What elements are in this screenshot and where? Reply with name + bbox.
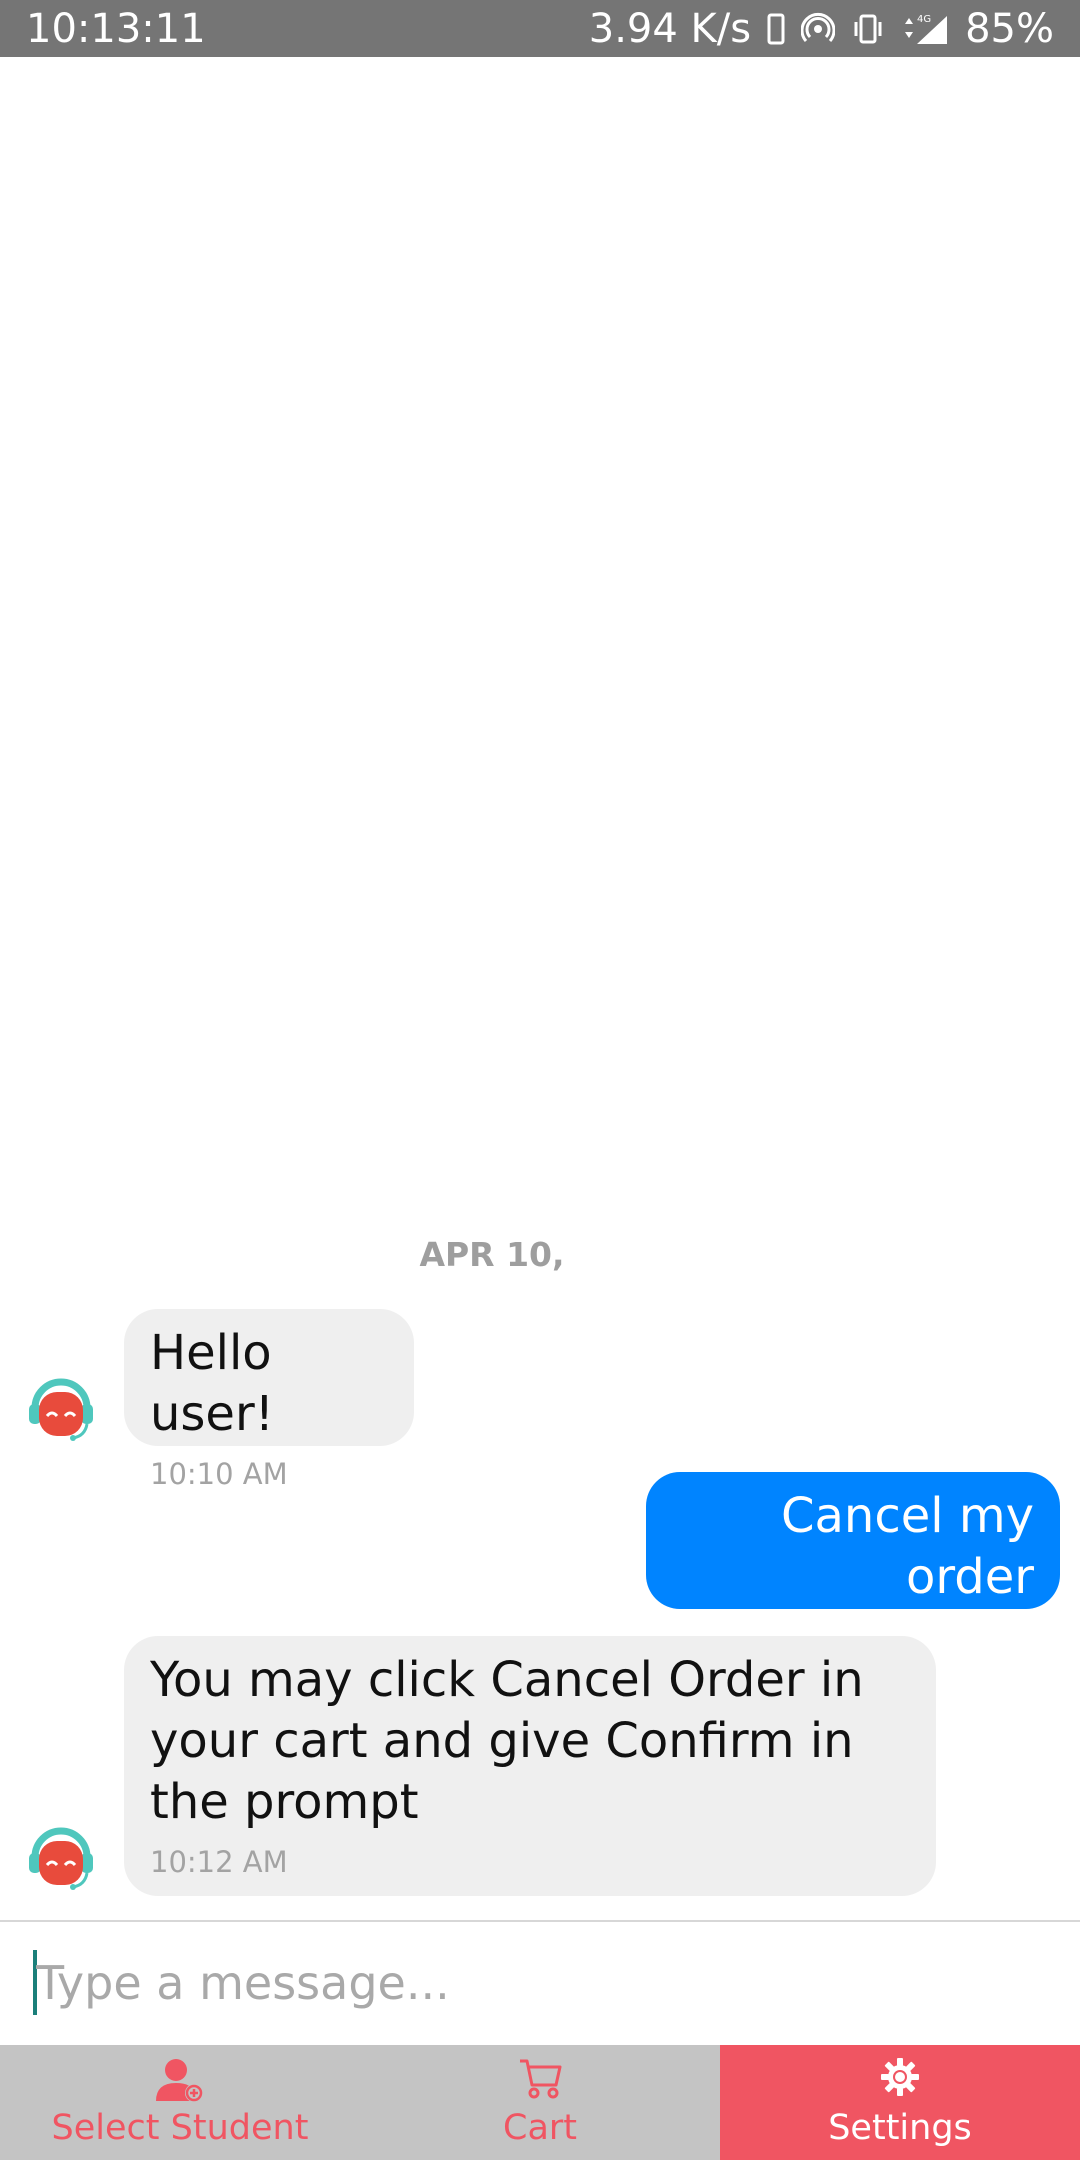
phone-icon bbox=[767, 13, 785, 45]
bottom-navigation: Select Student Cart Settings bbox=[0, 2045, 1080, 2160]
nav-label: Settings bbox=[828, 2108, 972, 2148]
vibrate-icon bbox=[851, 12, 885, 46]
nav-cart[interactable]: Cart bbox=[360, 2045, 720, 2160]
message-text: Hello user! bbox=[150, 1325, 274, 1442]
chat-area[interactable]: APR 10, Hello user! 10:10 AM Cancel my o… bbox=[0, 57, 1080, 1920]
message-input-bar bbox=[0, 1920, 1080, 2045]
nav-select-student[interactable]: Select Student bbox=[0, 2045, 360, 2160]
status-bar: 10:13:11 3.94 K/s 4G 85% bbox=[0, 0, 1080, 57]
nav-label: Select Student bbox=[51, 2108, 309, 2148]
date-separator: APR 10, bbox=[419, 1235, 565, 1274]
svg-text:4G: 4G bbox=[917, 14, 931, 25]
message-bubble-incoming[interactable]: You may click Cancel Order in your cart … bbox=[124, 1636, 936, 1896]
nav-label: Cart bbox=[503, 2108, 577, 2148]
message-time: 10:12 AM bbox=[150, 1845, 288, 1879]
network-speed: 3.94 K/s bbox=[588, 5, 752, 52]
bot-avatar-icon bbox=[25, 1819, 97, 1891]
status-right-group: 3.94 K/s 4G 85% bbox=[589, 6, 1054, 52]
message-bubble-incoming[interactable]: Hello user! 10:10 AM bbox=[124, 1309, 414, 1491]
signal-4g-icon: 4G bbox=[901, 12, 949, 46]
gear-icon bbox=[880, 2057, 920, 2097]
message-bubble-outgoing[interactable]: Cancel my order 10:12 AM bbox=[646, 1472, 1060, 1654]
status-time: 10:13:11 bbox=[26, 5, 206, 52]
message-input[interactable] bbox=[36, 1944, 1036, 2022]
message-text: You may click Cancel Order in your cart … bbox=[150, 1652, 864, 1830]
bot-avatar-icon bbox=[25, 1370, 97, 1442]
add-user-icon bbox=[154, 2057, 206, 2103]
battery-percent: 85% bbox=[965, 5, 1054, 52]
message-time: 10:10 AM bbox=[150, 1457, 288, 1491]
message-text: Cancel my order bbox=[780, 1488, 1034, 1605]
hotspot-icon bbox=[801, 12, 836, 46]
nav-settings[interactable]: Settings bbox=[720, 2045, 1080, 2160]
cart-icon bbox=[518, 2057, 562, 2099]
